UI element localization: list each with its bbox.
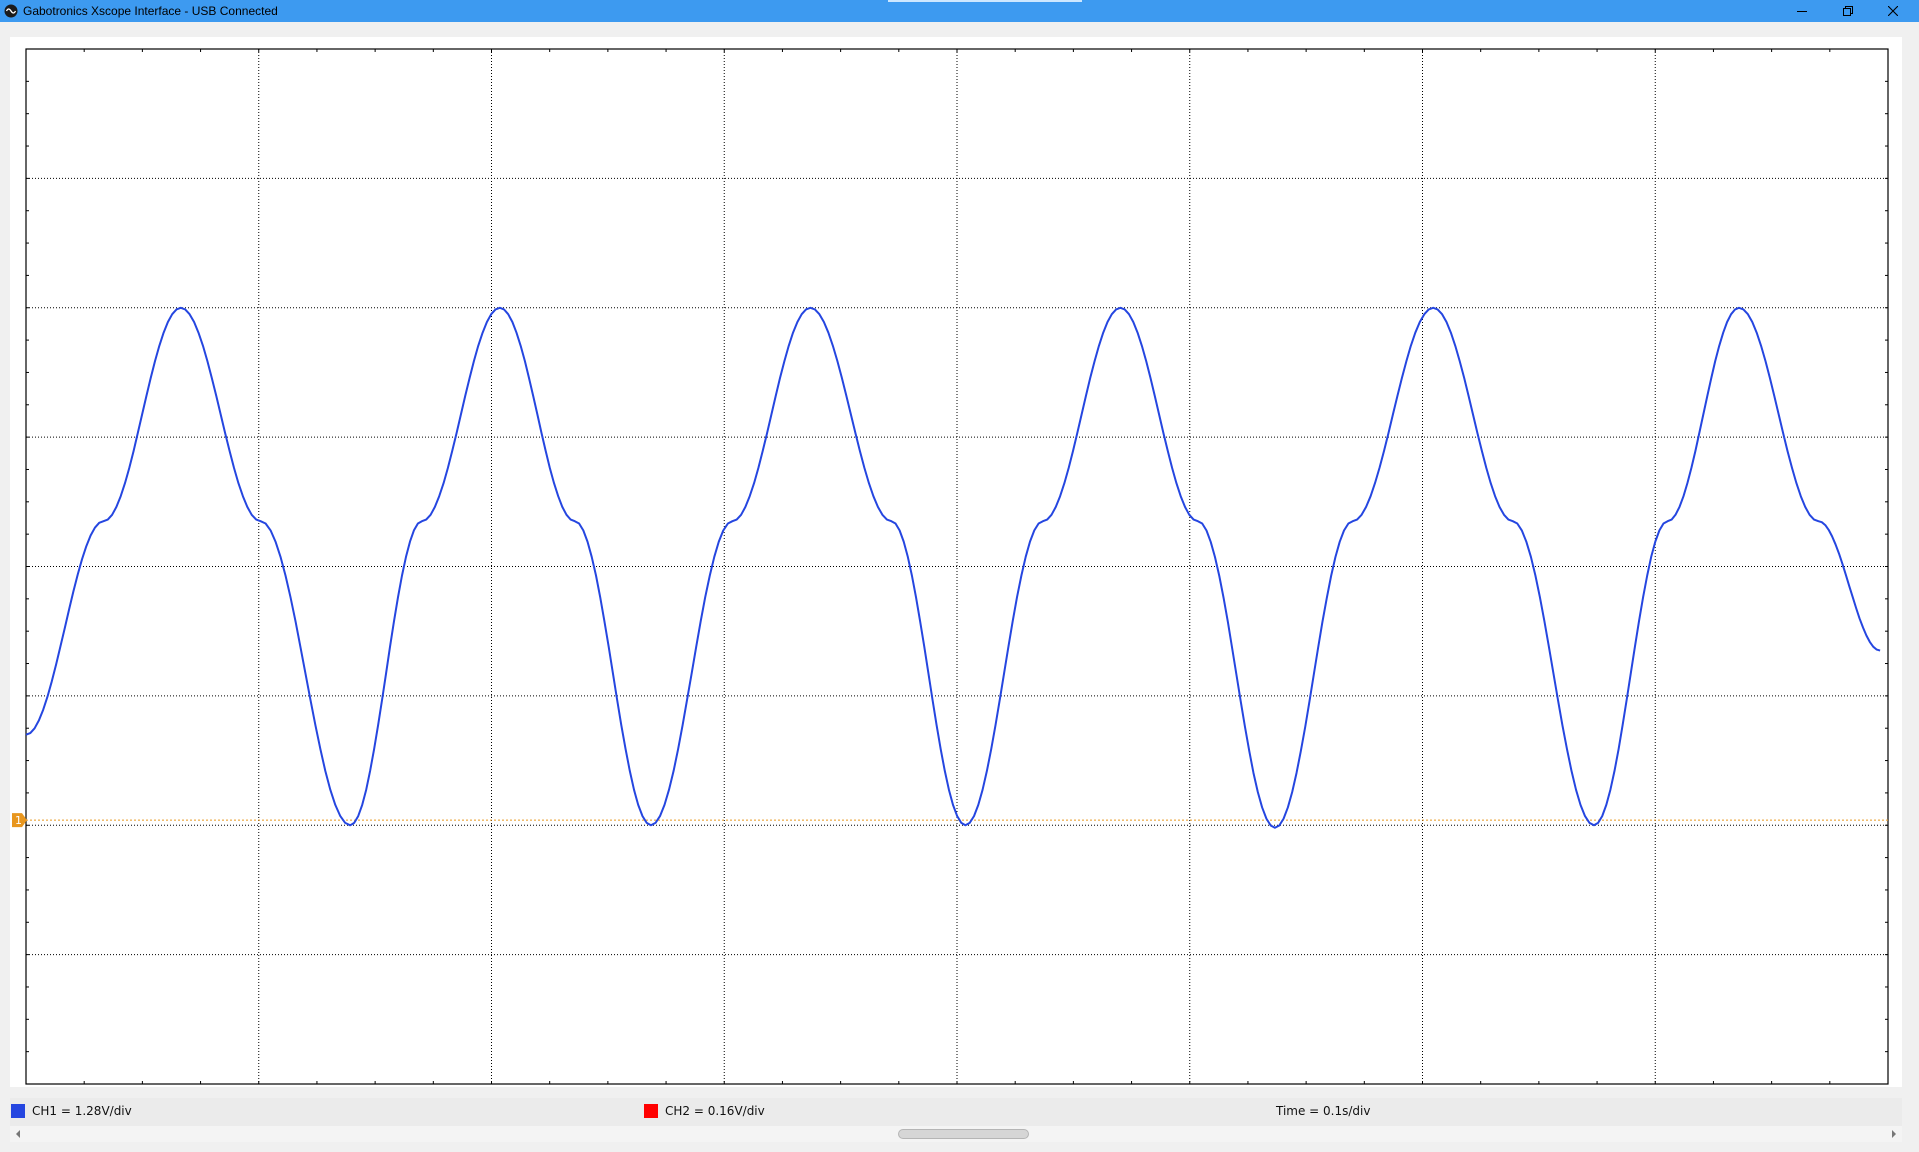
scope-icon[interactable]: [4, 4, 18, 18]
time-scale-label: Time = 0.1s/div: [1276, 1104, 1371, 1118]
ch1-scale-label: CH1 = 1.28V/div: [32, 1104, 132, 1118]
restore-icon: [1843, 6, 1853, 16]
scroll-thumb[interactable]: [898, 1129, 1029, 1139]
window-title: Gabotronics Xscope Interface - USB Conne…: [23, 4, 278, 18]
ch2-legend: CH2 = 0.16V/div: [644, 1104, 765, 1118]
scroll-left-button[interactable]: [10, 1126, 26, 1142]
minimize-button[interactable]: [1780, 0, 1824, 22]
close-icon: [1888, 6, 1898, 16]
time-legend: Time = 0.1s/div: [1276, 1104, 1370, 1118]
trigger-label: 1: [15, 814, 22, 827]
chevron-left-icon: [16, 1130, 20, 1138]
horizontal-scrollbar[interactable]: [10, 1126, 1902, 1142]
ch2-color-swatch: [644, 1104, 658, 1118]
scroll-right-button[interactable]: [1886, 1126, 1902, 1142]
status-bar: CH1 = 1.28V/div CH2 = 0.16V/div Time = 0…: [10, 1098, 1902, 1128]
ch1-color-swatch: [11, 1104, 25, 1118]
titlebar-accent: [888, 0, 1082, 2]
close-button[interactable]: [1871, 0, 1915, 22]
ch2-scale-label: CH2 = 0.16V/div: [665, 1104, 765, 1118]
waveform-plot[interactable]: 1: [10, 37, 1902, 1087]
ch1-legend: CH1 = 1.28V/div: [11, 1104, 132, 1118]
title-bar: Gabotronics Xscope Interface - USB Conne…: [0, 0, 1919, 22]
scope-display[interactable]: 1: [10, 37, 1902, 1087]
minimize-icon: [1797, 11, 1807, 12]
restore-button[interactable]: [1826, 0, 1870, 22]
chevron-right-icon: [1892, 1130, 1896, 1138]
trigger-marker[interactable]: 1: [12, 813, 27, 828]
